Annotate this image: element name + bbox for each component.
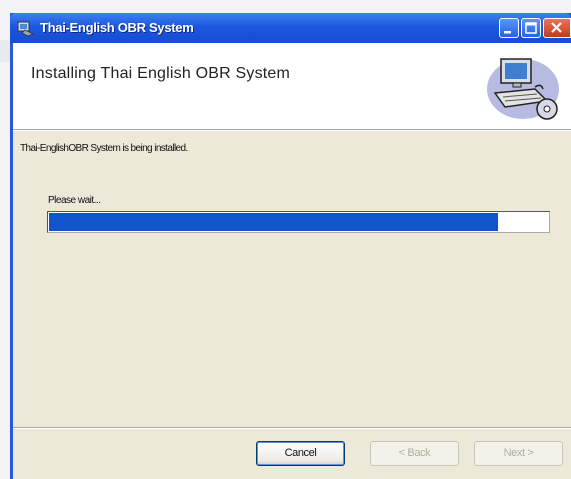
maximize-button[interactable] [521,18,541,38]
close-icon [551,22,562,33]
dialog-header: Installing Thai English OBR System [13,43,571,129]
window-title: Thai-English OBR System [40,20,194,35]
footer-separator [13,427,571,429]
header-separator [13,129,571,131]
minimize-icon [504,31,511,34]
installer-app-icon [16,19,34,37]
minimize-button[interactable] [499,18,519,38]
maximize-icon [525,22,537,34]
close-button[interactable] [543,18,571,38]
install-status-text: Thai-EnglishOBR System is being installe… [20,143,188,154]
title-bar[interactable]: Thai-English OBR System [10,13,571,43]
please-wait-label: Please wait... [48,195,101,206]
install-progress-bar [47,211,550,233]
dialog-client-area: Installing Thai English OBR System Thai-… [13,43,571,479]
installer-window: Thai-English OBR System Installing Thai … [10,13,571,479]
header-title: Installing Thai English OBR System [31,65,291,82]
progress-bar-fill [49,213,498,231]
computer-installer-icon [483,49,567,125]
cancel-button[interactable]: Cancel [256,441,345,466]
next-button[interactable]: Next > [474,441,563,466]
back-button[interactable]: < Back [370,441,459,466]
